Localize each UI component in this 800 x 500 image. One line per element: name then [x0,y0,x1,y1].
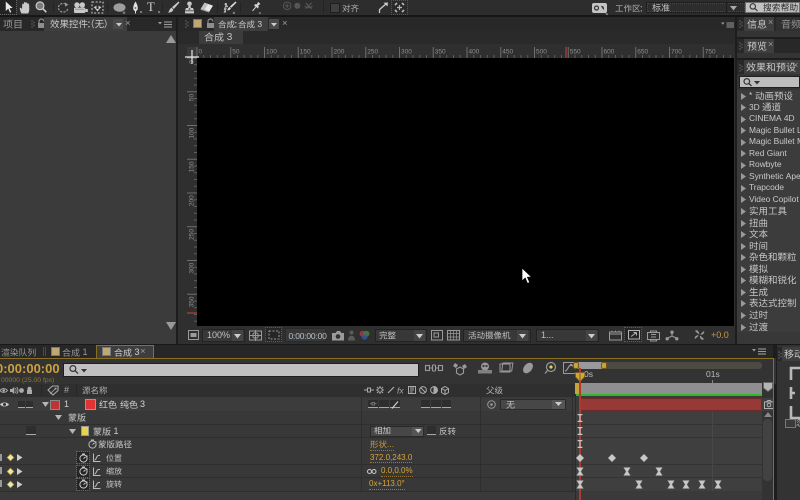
svg-text:550: 550 [570,49,581,56]
svg-text:300: 300 [189,262,196,273]
svg-text:150: 150 [189,161,196,172]
svg-text:0: 0 [199,49,203,56]
svg-text:150: 150 [300,49,311,56]
svg-text:350: 350 [435,49,446,56]
svg-text:200: 200 [334,49,345,56]
svg-text:100: 100 [189,127,196,138]
svg-text:200: 200 [189,195,196,206]
svg-text:400: 400 [469,49,480,56]
svg-text:100: 100 [266,49,277,56]
svg-text:350: 350 [189,296,196,307]
svg-text:fx: fx [397,386,404,396]
svg-text:300: 300 [401,49,412,56]
svg-text:500: 500 [536,49,547,56]
svg-text:250: 250 [367,49,378,56]
svg-text:750: 750 [705,49,716,56]
svg-text:450: 450 [502,49,513,56]
svg-text:250: 250 [189,229,196,240]
svg-text:650: 650 [637,49,648,56]
svg-text:700: 700 [671,49,682,56]
svg-text:50: 50 [232,49,240,56]
svg-text:50: 50 [189,94,196,102]
svg-text:600: 600 [604,49,615,56]
